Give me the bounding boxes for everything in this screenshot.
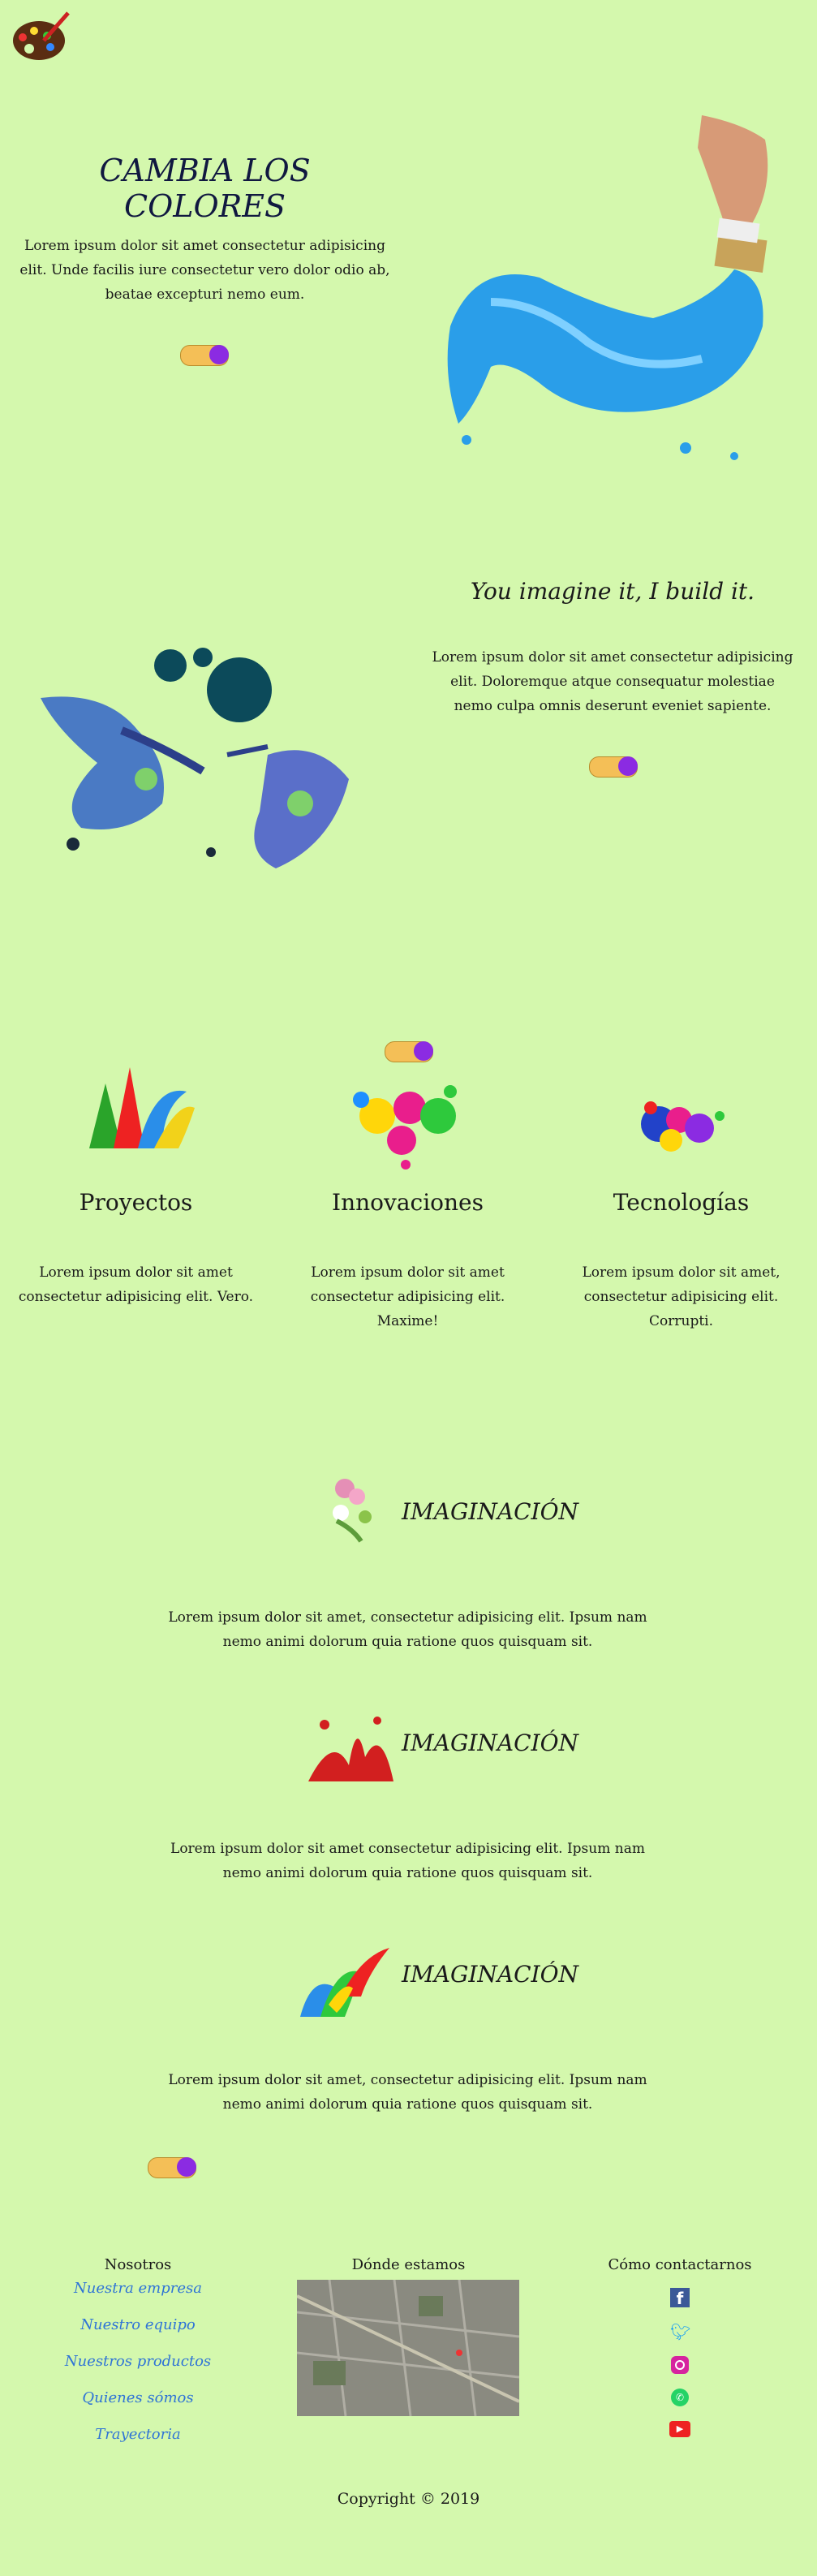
paint-splash-image bbox=[641, 1101, 725, 1152]
copyright: Copyright © 2019 bbox=[337, 2490, 480, 2508]
feature-title: IMAGINACIÓN bbox=[402, 1961, 579, 1988]
card-title: Tecnologías bbox=[613, 1189, 750, 1216]
card-text: Lorem ipsum dolor sit amet, consectetur … bbox=[582, 1264, 780, 1329]
theme-toggle[interactable] bbox=[180, 345, 229, 366]
footer-col-title: Nosotros bbox=[104, 2256, 172, 2273]
red-splash-image bbox=[308, 1717, 393, 1781]
facebook-icon[interactable]: f bbox=[670, 2288, 690, 2308]
theme-toggle[interactable] bbox=[385, 1041, 433, 1062]
theme-toggle[interactable] bbox=[589, 756, 638, 778]
feature-1: IMAGINACIÓN Lorem ipsum dolor sit amet, … bbox=[0, 1461, 817, 1656]
paint-brush-splash-image bbox=[442, 115, 783, 472]
footer-about: Nosotros Nuestra empresa Nuestro equipo … bbox=[32, 2256, 243, 2443]
youtube-icon[interactable]: ▶ bbox=[669, 2421, 690, 2437]
card-text: Lorem ipsum dolor sit amet consectetur a… bbox=[18, 1264, 254, 1305]
card-title: Innovaciones bbox=[332, 1189, 484, 1216]
feature-title: IMAGINACIÓN bbox=[402, 1498, 579, 1525]
palette-logo[interactable] bbox=[11, 8, 70, 65]
card-innovations: Innovaciones Lorem ipsum dolor sit amet … bbox=[280, 1067, 535, 1329]
footer-link-who[interactable]: Quienes sómos bbox=[32, 2389, 243, 2406]
card-text: Lorem ipsum dolor sit amet consectetur a… bbox=[310, 1264, 505, 1329]
feature-2: IMAGINACIÓN Lorem ipsum dolor sit amet c… bbox=[0, 1692, 817, 1887]
second-text: Lorem ipsum dolor sit amet consectetur a… bbox=[432, 649, 793, 714]
instagram-icon[interactable] bbox=[671, 2356, 689, 2374]
card-technologies: Tecnologías Lorem ipsum dolor sit amet, … bbox=[553, 1067, 809, 1329]
footer-contact: Cómo contactarnos f 🐦︎ ✆ ▶ bbox=[574, 2256, 785, 2437]
map-image[interactable] bbox=[297, 2280, 519, 2416]
footer-col-title: Dónde estamos bbox=[351, 2256, 466, 2273]
twitter-icon[interactable]: 🐦︎ bbox=[670, 2322, 690, 2341]
feature-text: Lorem ipsum dolor sit amet, consectetur … bbox=[168, 2072, 647, 2113]
footer-col-title: Cómo contactarnos bbox=[608, 2256, 752, 2273]
feature-text: Lorem ipsum dolor sit amet consectetur a… bbox=[170, 1841, 645, 1881]
card-projects: Proyectos Lorem ipsum dolor sit amet con… bbox=[8, 1067, 264, 1311]
footer-link-team[interactable]: Nuestro equipo bbox=[32, 2316, 243, 2333]
flowers-image bbox=[333, 1479, 372, 1543]
feature-3: IMAGINACIÓN Lorem ipsum dolor sit amet, … bbox=[0, 1923, 817, 2118]
hero-title: CAMBIA LOS COLORES bbox=[99, 153, 311, 224]
footer-link-history[interactable]: Trayectoria bbox=[32, 2426, 243, 2443]
feature-text: Lorem ipsum dolor sit amet, consectetur … bbox=[168, 1609, 647, 1650]
card-title: Proyectos bbox=[79, 1189, 193, 1216]
footer-location: Dónde estamos bbox=[297, 2256, 520, 2416]
paint-splash-image bbox=[353, 1085, 457, 1170]
feature-title: IMAGINACIÓN bbox=[402, 1730, 579, 1756]
footer-link-company[interactable]: Nuestra empresa bbox=[32, 2280, 243, 2297]
hummingbirds-image bbox=[24, 641, 381, 885]
whatsapp-icon[interactable]: ✆ bbox=[671, 2389, 689, 2406]
footer-link-products[interactable]: Nuestros productos bbox=[32, 2353, 243, 2370]
theme-toggle[interactable] bbox=[148, 2157, 196, 2178]
second-title: You imagine it, I build it. bbox=[470, 578, 755, 605]
hero-text: Lorem ipsum dolor sit amet consectetur a… bbox=[19, 238, 390, 303]
paint-splash-image bbox=[89, 1067, 195, 1148]
rainbow-splash-image bbox=[300, 1948, 389, 2017]
